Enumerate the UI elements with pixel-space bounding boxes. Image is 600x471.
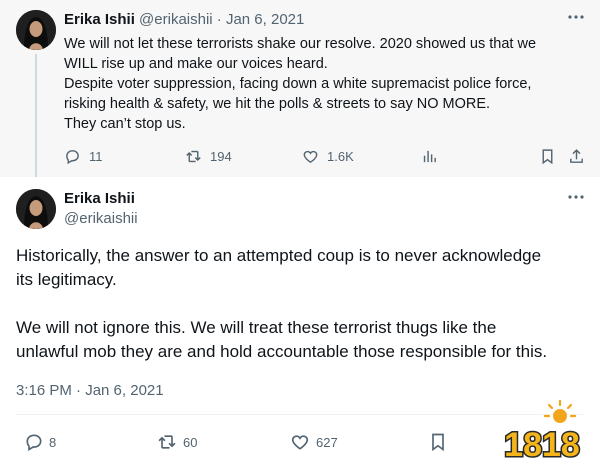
retweet-count: 194 [210, 149, 232, 164]
tweet-text-line: We will not let these terrorists shake o… [64, 36, 537, 52]
tweet-text-line: We will not ignore this. We will treat t… [16, 318, 497, 337]
like-count: 627 [316, 434, 338, 450]
like-button[interactable]: 1.6K [302, 148, 354, 165]
author-handle[interactable]: @erikaishii [64, 209, 138, 229]
more-dots-icon [568, 15, 584, 19]
avatar[interactable] [16, 10, 56, 50]
reply-button[interactable]: 8 [24, 432, 56, 452]
share-button[interactable] [568, 148, 585, 165]
heart-icon [303, 150, 318, 164]
reply-button[interactable]: 11 [64, 148, 103, 165]
tweet-timestamp[interactable]: 3:16 PM · Jan 6, 2021 [16, 381, 164, 401]
author-name[interactable]: Erika Ishii [64, 11, 135, 28]
parent-tweet[interactable]: Erika Ishii @erikaishii · Jan 6, 2021 We… [0, 0, 600, 177]
handle-and-date[interactable]: @erikaishii · Jan 6, 2021 [139, 11, 304, 28]
reply-count: 11 [89, 149, 103, 164]
bookmark-icon [432, 433, 444, 452]
analytics-bars-icon [423, 150, 436, 163]
more-options-button[interactable] [567, 10, 585, 29]
retweet-button[interactable]: 194 [185, 148, 232, 165]
reply-bubble-icon [26, 434, 42, 451]
like-button[interactable]: 627 [290, 432, 338, 452]
parent-tweet-actions: 11 194 1.6K [0, 146, 600, 168]
tweet-text-line: They can’t stop us. [64, 116, 186, 132]
tweet-text-line: its legitimacy. [16, 270, 117, 289]
views-button[interactable] [421, 148, 438, 165]
parent-tweet-header: Erika Ishii @erikaishii · Jan 6, 2021 [64, 10, 304, 30]
retweet-icon [158, 435, 176, 449]
main-tweet-text: Historically, the answer to an attempted… [16, 244, 586, 364]
bookmark-button[interactable] [428, 432, 448, 452]
retweet-icon [186, 150, 201, 163]
heart-icon [291, 435, 309, 450]
parent-tweet-text: We will not let these terrorists shake o… [64, 34, 584, 134]
more-dots-icon [568, 195, 584, 199]
tweet-text-line: Despite voter suppression, facing down a… [64, 76, 532, 92]
avatar[interactable] [16, 189, 56, 229]
bookmark-icon [542, 149, 553, 165]
tweet-text-line: WILL rise up and make our voices heard. [64, 56, 328, 72]
bookmark-button[interactable] [539, 148, 556, 165]
share-upload-icon [570, 149, 583, 163]
tweet-text-line: unlawful mob they are and hold accountab… [16, 342, 548, 361]
more-options-button[interactable] [567, 190, 585, 209]
tweet-text-line: risking health & safety, we hit the poll… [64, 96, 491, 112]
like-count: 1.6K [327, 149, 354, 164]
author-name[interactable]: Erika Ishii [64, 189, 135, 209]
retweet-button[interactable]: 60 [157, 432, 197, 452]
reply-bubble-icon [66, 150, 79, 165]
site-watermark-logo: 1818 [488, 400, 596, 466]
retweet-count: 60 [183, 434, 198, 450]
tweet-text-line: Historically, the answer to an attempted… [16, 246, 542, 265]
watermark-text: 1818 [504, 426, 580, 464]
reply-count: 8 [49, 434, 57, 450]
